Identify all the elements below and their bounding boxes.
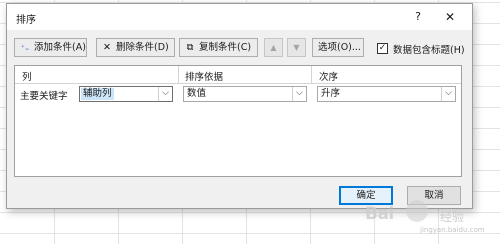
- header-divider: [15, 83, 461, 84]
- dialog-titlebar: 排序 ? ✕: [7, 4, 472, 30]
- move-up-button[interactable]: ▲: [264, 38, 283, 57]
- add-level-button[interactable]: ⁺₌ 添加条件(A): [14, 38, 87, 57]
- header-separator: [178, 66, 179, 84]
- row-label: 主要关键字: [20, 91, 68, 102]
- copy-level-label: 复制条件(C): [199, 42, 252, 53]
- delete-level-label: 删除条件(D): [116, 42, 169, 53]
- sort-on-select-value: 数值: [187, 88, 207, 99]
- watermark-brand-suffix: 经验: [440, 210, 465, 224]
- header-sort-on: 排序依据: [185, 72, 224, 83]
- column-select-value: 辅助列: [81, 88, 114, 100]
- down-arrow-icon: ▼: [293, 43, 300, 52]
- help-button[interactable]: ?: [409, 8, 427, 26]
- header-separator: [311, 66, 312, 84]
- paw-icon: [406, 200, 428, 222]
- header-checkbox[interactable]: ✓: [377, 43, 388, 54]
- ok-button[interactable]: 确定: [339, 186, 393, 205]
- sort-levels-grid: 列 排序依据 次序 主要关键字 辅助列 ⌵ 数值 ⌵ 升序 ⌵: [14, 65, 462, 177]
- delete-level-icon: ✕: [103, 42, 111, 53]
- delete-level-button[interactable]: ✕ 删除条件(D): [96, 38, 175, 57]
- header-order: 次序: [319, 72, 339, 83]
- copy-level-button[interactable]: ⧉ 复制条件(C): [179, 38, 258, 57]
- chevron-down-icon: ⌵: [158, 87, 172, 101]
- header-checkbox-label: 数据包含标题(H): [393, 45, 465, 56]
- sort-dialog: 排序 ? ✕ ⁺₌ 添加条件(A) ✕ 删除条件(D) ⧉ 复制条件(C) ▲ ▼ 选…: [6, 3, 473, 209]
- up-arrow-icon: ▲: [270, 43, 277, 52]
- chevron-down-icon: ⌵: [292, 87, 306, 101]
- watermark-brand: Bai: [365, 204, 394, 224]
- copy-level-icon: ⧉: [186, 42, 194, 53]
- check-icon: ✓: [378, 43, 387, 53]
- order-select-value: 升序: [321, 88, 341, 99]
- options-button[interactable]: 选项(O)...: [312, 38, 364, 57]
- sort-on-select[interactable]: 数值 ⌵: [183, 86, 307, 102]
- header-column: 列: [22, 72, 32, 83]
- add-level-label: 添加条件(A): [34, 42, 86, 53]
- chevron-down-icon: ⌵: [441, 87, 455, 101]
- order-select[interactable]: 升序 ⌵: [317, 86, 456, 102]
- column-select[interactable]: 辅助列 ⌵: [79, 86, 173, 102]
- dialog-title: 排序: [16, 15, 36, 26]
- watermark-url: jingyan.baidu.com: [420, 226, 485, 234]
- move-down-button[interactable]: ▼: [287, 38, 306, 57]
- close-button[interactable]: ✕: [441, 8, 459, 26]
- add-level-icon: ⁺₌: [20, 43, 30, 52]
